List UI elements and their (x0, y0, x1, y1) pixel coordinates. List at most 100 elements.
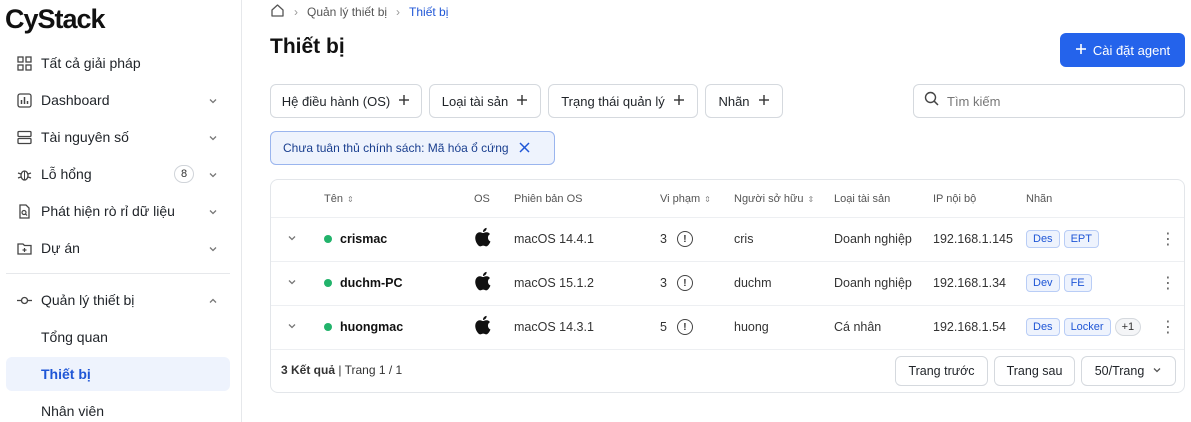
column-header-asset-type: Loại tài sản (834, 193, 891, 205)
tags-cell: Des EPT (1026, 229, 1103, 249)
breadcrumb-separator: › (396, 5, 401, 19)
devices-table: Tên ⇕ OS Phiên bản OS Vi phạm ⇕ Người sở h… (270, 179, 1185, 393)
grid-icon (16, 55, 32, 71)
sidebar-subitem-devices[interactable]: Thiết bị (6, 357, 230, 391)
sidebar-item-projects[interactable]: Dự án (6, 231, 230, 265)
alert-icon: ! (676, 319, 693, 335)
tag[interactable]: Des (1026, 230, 1060, 248)
ip-cell: 192.168.1.145 (933, 232, 1013, 246)
row-divider (271, 349, 1184, 350)
filter-tags-button[interactable]: Nhãn (705, 84, 783, 118)
sidebar: CyStack Tất cả giải pháp Dashboard Tài n… (0, 0, 242, 422)
column-header-ip: IP nội bộ (933, 193, 977, 205)
sidebar-item-label: Tất cả giải pháp (41, 55, 141, 71)
asset-type-cell: Doanh nghiệp (834, 276, 912, 290)
apple-icon (472, 315, 492, 335)
sidebar-item-digital-assets[interactable]: Tài nguyên số (6, 120, 230, 154)
next-page-button[interactable]: Trang sau (994, 356, 1075, 386)
ip-cell: 192.168.1.34 (933, 276, 1006, 290)
sidebar-item-label: Lỗ hổng (41, 166, 92, 182)
tag[interactable]: EPT (1063, 230, 1099, 248)
more-vertical-icon[interactable]: ⋮ (1160, 273, 1176, 293)
more-vertical-icon[interactable]: ⋮ (1160, 229, 1176, 249)
sidebar-subitem-overview[interactable]: Tổng quan (6, 320, 230, 354)
apple-icon (472, 227, 492, 247)
close-icon[interactable] (519, 140, 530, 157)
filter-label: Trạng thái quản lý (561, 93, 665, 109)
filter-os-button[interactable]: Hệ điều hành (OS) (270, 84, 422, 118)
more-vertical-icon[interactable]: ⋮ (1160, 317, 1176, 337)
column-header-violations[interactable]: Vi phạm ⇕ (660, 193, 711, 205)
chevron-down-icon[interactable] (287, 274, 297, 292)
tag[interactable]: Dev (1026, 274, 1060, 292)
chevron-down-icon[interactable] (287, 230, 297, 248)
filter-label: Nhãn (718, 93, 750, 109)
sidebar-item-data-leak[interactable]: Phát hiện rò rỉ dữ liệu (6, 194, 230, 228)
status-dot (324, 235, 332, 243)
os-version-cell: macOS 14.3.1 (514, 320, 594, 334)
row-divider (271, 261, 1184, 262)
more-tags-badge[interactable]: +1 (1114, 318, 1142, 336)
install-agent-label: Cài đặt agent (1092, 42, 1171, 58)
search-box[interactable] (913, 84, 1185, 118)
device-name-cell[interactable]: duchm-PC (324, 273, 403, 293)
chevron-down-icon (208, 93, 218, 109)
chevron-down-icon[interactable] (287, 318, 297, 336)
search-input[interactable] (947, 93, 1167, 109)
column-header-name[interactable]: Tên ⇕ (324, 193, 354, 205)
sidebar-item-device-management[interactable]: Quản lý thiết bị (6, 283, 230, 317)
page-title: Thiết bị (270, 35, 345, 58)
chevron-down-icon (208, 167, 218, 183)
sidebar-item-vulnerabilities[interactable]: Lỗ hổng 8 (6, 157, 230, 191)
plus-icon (758, 94, 770, 109)
device-name-cell[interactable]: huongmac (324, 317, 403, 337)
result-summary: 3 Kết quả | Trang 1 / 1 (281, 363, 403, 377)
violations-cell[interactable]: 5! (660, 317, 693, 337)
filter-management-status-button[interactable]: Trạng thái quản lý (548, 84, 698, 118)
sort-icon: ⇕ (807, 194, 815, 204)
owner-cell: huong (734, 320, 769, 334)
breadcrumb-separator: › (294, 5, 298, 19)
breadcrumb-parent[interactable]: Quản lý thiết bị (307, 5, 387, 19)
active-filter-label: Chưa tuân thủ chính sách: Mã hóa ổ cứng (283, 141, 509, 155)
row-divider (271, 217, 1184, 218)
sidebar-subitem-employees[interactable]: Nhân viên (6, 394, 230, 422)
tags-cell: Dev FE (1026, 273, 1096, 293)
device-icon (16, 292, 32, 308)
sidebar-item-all-solutions[interactable]: Tất cả giải pháp (6, 46, 230, 80)
apple-icon (472, 271, 492, 291)
per-page-value: 50/Trang (1094, 364, 1145, 378)
asset-type-cell: Doanh nghiệp (834, 232, 912, 246)
sidebar-item-label: Tổng quan (41, 329, 108, 345)
tag[interactable]: Locker (1063, 318, 1111, 336)
ip-cell: 192.168.1.54 (933, 320, 1006, 334)
active-filter-chip: Chưa tuân thủ chính sách: Mã hóa ổ cứng (270, 131, 555, 165)
sidebar-item-label: Dự án (41, 240, 80, 256)
per-page-select[interactable]: 50/Trang (1081, 356, 1176, 386)
sidebar-divider (6, 273, 230, 274)
device-name-cell[interactable]: crismac (324, 229, 387, 249)
filter-asset-type-button[interactable]: Loại tài sản (429, 84, 541, 118)
sidebar-item-label: Nhân viên (41, 403, 105, 419)
tag[interactable]: FE (1063, 274, 1092, 292)
chevron-up-icon (208, 293, 218, 309)
install-agent-button[interactable]: Cài đặt agent (1060, 33, 1185, 67)
folder-icon (16, 240, 32, 256)
document-search-icon (16, 203, 32, 219)
os-version-cell: macOS 14.4.1 (514, 232, 594, 246)
status-dot (324, 279, 332, 287)
chevron-down-icon (208, 204, 218, 220)
prev-page-button[interactable]: Trang trước (895, 356, 988, 386)
column-header-os-version: Phiên bản OS (514, 193, 583, 205)
home-icon[interactable] (270, 3, 285, 21)
alert-icon: ! (676, 275, 693, 291)
os-version-cell: macOS 15.1.2 (514, 276, 594, 290)
filter-label: Loại tài sản (441, 93, 509, 109)
tags-cell: Des Locker +1 (1026, 317, 1145, 337)
column-header-owner[interactable]: Người sở hữu ⇕ (734, 193, 814, 205)
brand-logo[interactable]: CyStack (5, 4, 106, 35)
violations-cell[interactable]: 3! (660, 273, 693, 293)
tag[interactable]: Des (1026, 318, 1060, 336)
sidebar-item-dashboard[interactable]: Dashboard (6, 83, 230, 117)
violations-cell[interactable]: 3! (660, 229, 693, 249)
